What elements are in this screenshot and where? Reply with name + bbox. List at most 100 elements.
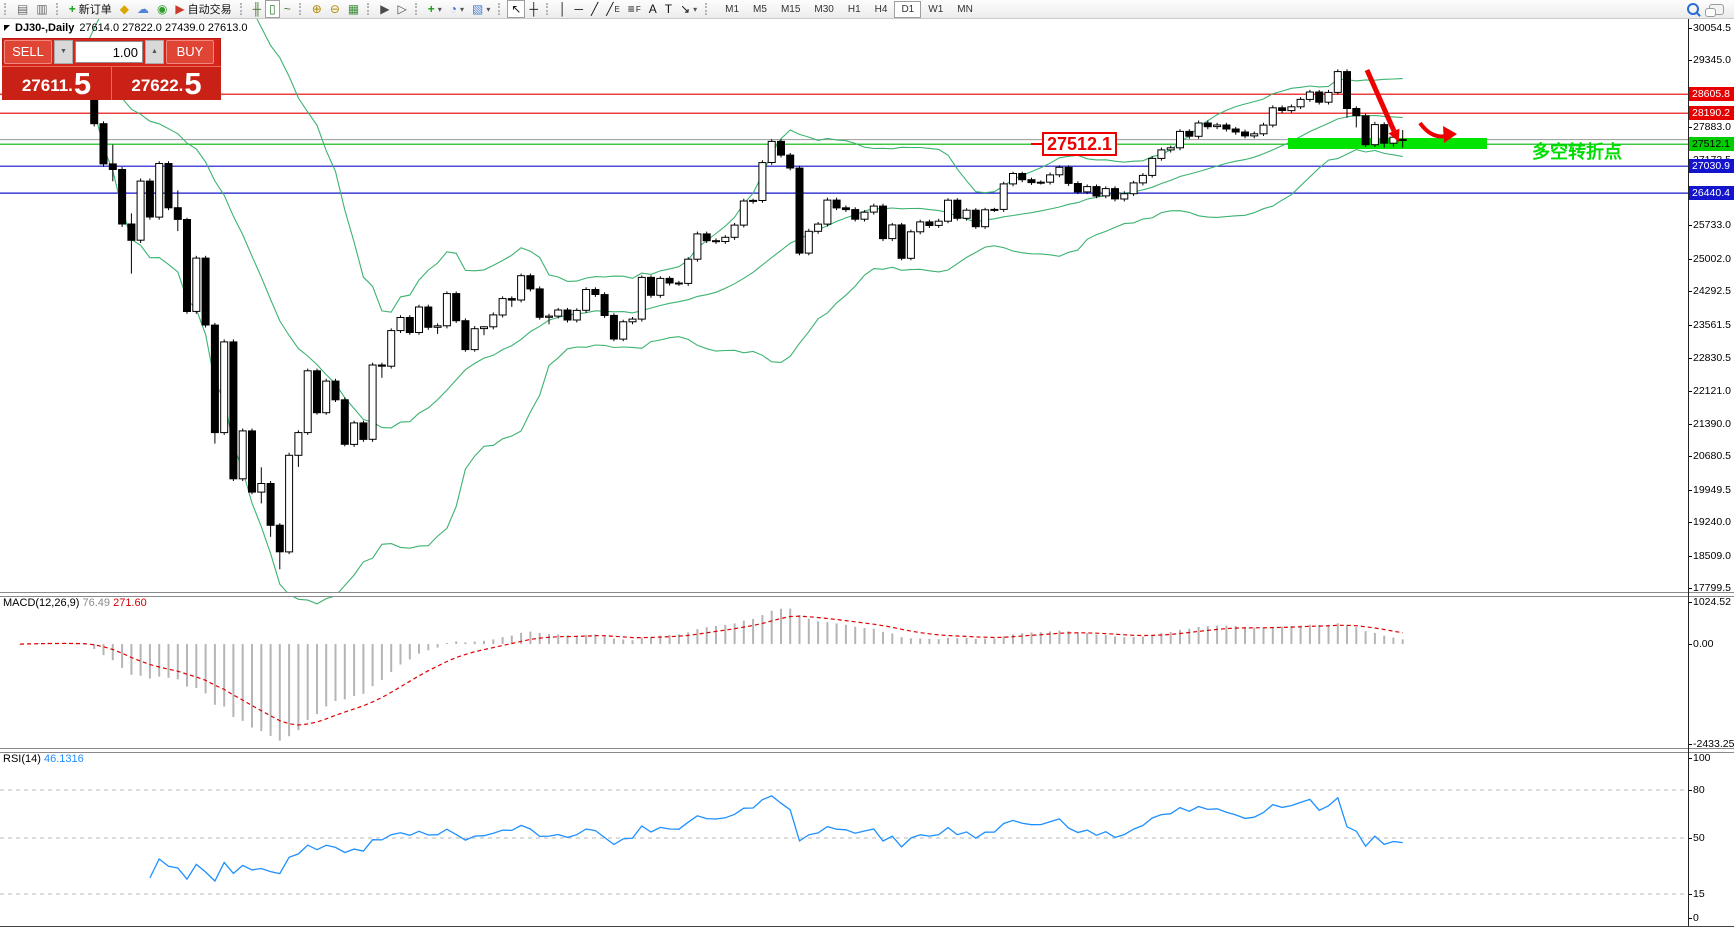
metaeditor-icon: ◆ — [119, 2, 129, 16]
sell-price[interactable]: 27611. 5 — [2, 67, 112, 100]
macd-label-row: MACD(12,26,9) 76.49 271.60 — [3, 597, 147, 609]
text-button[interactable]: A — [645, 0, 661, 18]
trade-panel-prices: 27611. 5 27622. 5 — [2, 66, 221, 100]
charts-window-button[interactable]: ▤ — [13, 0, 32, 18]
sell-price-big-digit: 5 — [73, 66, 92, 101]
metaeditor-button[interactable]: ◆ — [116, 0, 133, 18]
community-icon: ☁ — [136, 2, 149, 16]
template-icon: ▧ — [472, 2, 484, 16]
sell-price-main: 27611. — [21, 76, 73, 95]
crosshair-icon: ┼ — [529, 2, 538, 16]
price-tick: 24292.5 — [1688, 285, 1731, 298]
toolbar-right — [1687, 3, 1734, 17]
zoom-out-icon: ⊖ — [329, 2, 340, 16]
period-clock-button[interactable]: ◔ ▾ — [446, 0, 468, 18]
price-level-label: 27512.1 — [1689, 137, 1734, 152]
vline-button[interactable]: │ — [555, 0, 571, 18]
zoom-in-icon: ⊕ — [311, 2, 322, 16]
tile-windows-button[interactable]: ▦ — [344, 0, 363, 18]
channel-icon: ╱ — [606, 2, 614, 16]
rsi-pane-separator[interactable] — [0, 748, 1734, 753]
template-button[interactable]: ▧ ▾ — [468, 0, 494, 18]
mt4-terminal: 30054.529345.027883.027173.525733.025002… — [0, 0, 1734, 942]
price-tick: 21390.0 — [1688, 417, 1731, 430]
volume-increase-button[interactable]: ▲ — [145, 40, 164, 64]
macd-histogram — [19, 608, 1404, 741]
zoom-out-button[interactable]: ⊖ — [326, 0, 344, 18]
fibonacci-button[interactable]: ≡ F — [624, 0, 645, 18]
timeframe-button-m15[interactable]: M15 — [774, 1, 807, 18]
zoom-in-button[interactable]: ⊕ — [308, 0, 326, 18]
toolbar-handle — [545, 3, 552, 15]
buy-button[interactable]: BUY — [166, 40, 214, 64]
auto-scroll-button[interactable]: ▶ — [376, 0, 393, 18]
price-tick: 25733.0 — [1688, 219, 1731, 232]
text-label-button[interactable]: T — [661, 0, 676, 18]
crosshair-button[interactable]: ┼ — [525, 0, 542, 18]
text-icon: A — [648, 2, 657, 16]
buy-price-main: 27622. — [131, 76, 184, 95]
toolbar-handle — [414, 3, 421, 15]
toolbar-handle — [367, 3, 373, 15]
toolbar-handle — [498, 3, 504, 15]
price-level-label: 28605.8 — [1689, 87, 1734, 102]
one-click-trade-panel: SELL ▼ ▲ BUY 27611. 5 27622. 5 — [2, 38, 221, 100]
timeframe-button-d1[interactable]: D1 — [894, 0, 922, 18]
macd-scale-label: 1024.52 — [1688, 596, 1731, 608]
macd-pane-separator[interactable] — [0, 592, 1734, 597]
bar-chart-button[interactable]: ╫ — [249, 0, 266, 18]
add-indicator-button[interactable]: + ▾ — [424, 0, 446, 18]
community-button[interactable]: ☁ — [133, 0, 153, 18]
collapse-panel-icon[interactable] — [4, 25, 10, 31]
pivot-note-text[interactable]: 多空转折点 — [1532, 138, 1622, 164]
channel-icon-sub: E — [614, 4, 620, 14]
price-axis-border — [1688, 18, 1689, 926]
signals-button[interactable]: ◉ — [153, 0, 171, 18]
price-tick: 22830.5 — [1688, 352, 1731, 365]
volume-decrease-button[interactable]: ▼ — [54, 40, 73, 64]
chart-shift-button[interactable]: ▷ — [394, 0, 411, 18]
hline-icon: ─ — [574, 2, 583, 16]
hline-button[interactable]: ─ — [570, 0, 587, 18]
rsi-label-row: RSI(14) 46.1316 — [3, 753, 84, 765]
rsi-scale-label: 50 — [1688, 832, 1705, 844]
macd-main-value: 76.49 — [82, 597, 111, 609]
volume-input[interactable] — [75, 41, 143, 63]
search-icon[interactable] — [1687, 3, 1699, 15]
timeframe-button-mn[interactable]: MN — [950, 1, 980, 18]
sell-button[interactable]: SELL — [4, 40, 52, 64]
timeframe-button-m1[interactable]: M1 — [718, 1, 746, 18]
price-level-label: 27030.9 — [1689, 159, 1734, 174]
autotrade-button[interactable]: ▶ 自动交易 — [171, 0, 235, 18]
fibonacci-icon: ≡ — [627, 2, 635, 16]
cursor-icon: ↖ — [511, 2, 522, 16]
autotrade-label: 自动交易 — [187, 4, 232, 16]
price-callout[interactable]: 27512.1 — [1031, 132, 1118, 156]
timeframe-button-h4[interactable]: H4 — [868, 1, 895, 18]
timeframe-button-m5[interactable]: M5 — [746, 1, 774, 18]
price-tick: 30054.5 — [1688, 22, 1731, 34]
timeframe-button-h1[interactable]: H1 — [841, 1, 868, 18]
new-order-button[interactable]: + 新订单 — [65, 0, 116, 18]
channel-button[interactable]: ╱ E — [602, 0, 624, 18]
symbol-period-title: DJ30-,Daily — [15, 22, 75, 34]
vline-icon: │ — [558, 2, 567, 16]
trendline-button[interactable]: ╱ — [587, 0, 602, 18]
chat-icon[interactable] — [1705, 3, 1724, 17]
buy-price[interactable]: 27622. 5 — [112, 67, 221, 100]
add-indicator-icon: + — [427, 2, 435, 16]
rsi-indicator-label: RSI(14) — [3, 753, 41, 765]
timeframe-toolbar: M1 M5 M15 M30 H1 H4 D1 W1 MN — [718, 0, 980, 18]
candle-chart-button[interactable]: ▯ — [265, 0, 280, 18]
line-chart-button[interactable]: ~ — [280, 0, 295, 18]
price-tick: 22121.0 — [1688, 384, 1731, 397]
macd-signal-value: 271.60 — [113, 597, 147, 609]
timeframe-button-w1[interactable]: W1 — [921, 1, 950, 18]
date-axis[interactable] — [0, 926, 1734, 942]
chart-preview-button[interactable]: ▥ — [32, 0, 51, 18]
timeframe-button-m30[interactable]: M30 — [807, 1, 840, 18]
candle-chart-icon: ▯ — [269, 2, 276, 16]
cursor-button[interactable]: ↖ — [507, 0, 526, 18]
arrows-button[interactable]: ↘ ▾ — [676, 0, 701, 18]
bar-chart-icon: ╫ — [252, 2, 262, 16]
